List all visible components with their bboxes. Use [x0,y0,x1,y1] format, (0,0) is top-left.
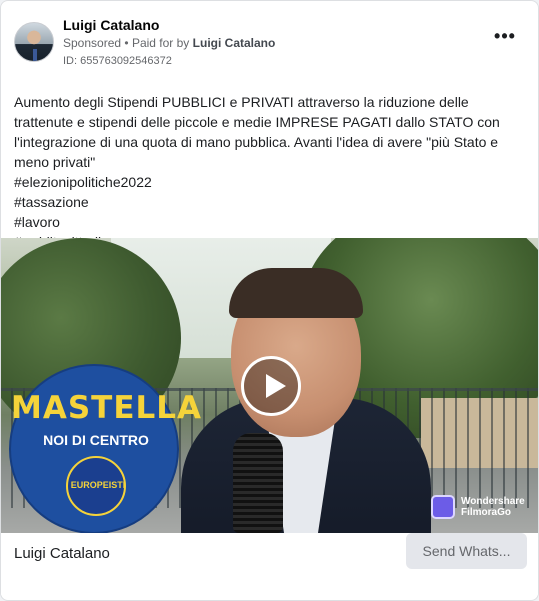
watermark-text: Wondershare FilmoraGo [461,496,525,518]
hashtag[interactable]: #tassazione [14,192,530,212]
author-name[interactable]: Luigi Catalano [63,17,159,33]
logo-badge: EUROPEISTI [70,480,126,490]
party-logo: MASTELLA NOI DI CENTRO EUROPEISTI [9,364,202,533]
filmorago-logo-icon [431,495,455,519]
logo-subtitle: NOI DI CENTRO [43,432,149,448]
hashtag[interactable]: #elezionipolitiche2022 [14,172,530,192]
filmorago-watermark: Wondershare FilmoraGo [431,493,525,521]
post-body-line: Aumento degli Stipendi PUBBLICI e PRIVAT… [14,94,500,170]
post-header: Luigi Catalano Sponsored • Paid for by L… [14,16,526,72]
meta-separator: • [124,36,132,50]
ad-card: Luigi Catalano Sponsored • Paid for by L… [0,0,539,601]
send-whatsapp-button[interactable]: Send Whats... [406,533,527,569]
post-body: Aumento degli Stipendi PUBBLICI e PRIVAT… [14,92,530,252]
watermark-line1: Wondershare [461,496,525,507]
sponsored-label: Sponsored [63,36,122,50]
microphone [233,433,283,533]
footer-title[interactable]: Luigi Catalano [14,545,110,562]
play-icon[interactable] [241,356,301,416]
paid-for-prefix: Paid for by [131,36,190,50]
ad-id: ID: 655763092546372 [63,55,172,67]
video-thumbnail[interactable]: MASTELLA NOI DI CENTRO EUROPEISTI Wonder… [1,238,538,533]
watermark-line2: FilmoraGo [461,507,512,518]
speaker-hair [229,268,363,318]
eu-stars-icon: EUROPEISTI [66,456,126,516]
avatar-tie [33,49,37,61]
sponsored-line: Sponsored • Paid for by Luigi Catalano [63,36,275,50]
hashtag[interactable]: #lavoro [14,212,530,232]
paid-for-name[interactable]: Luigi Catalano [193,36,276,50]
link-footer: Luigi Catalano Send Whats... [1,533,538,595]
author-avatar[interactable] [14,22,54,62]
logo-title: MASTELLA [11,390,202,426]
more-options-icon[interactable]: ••• [492,27,518,50]
